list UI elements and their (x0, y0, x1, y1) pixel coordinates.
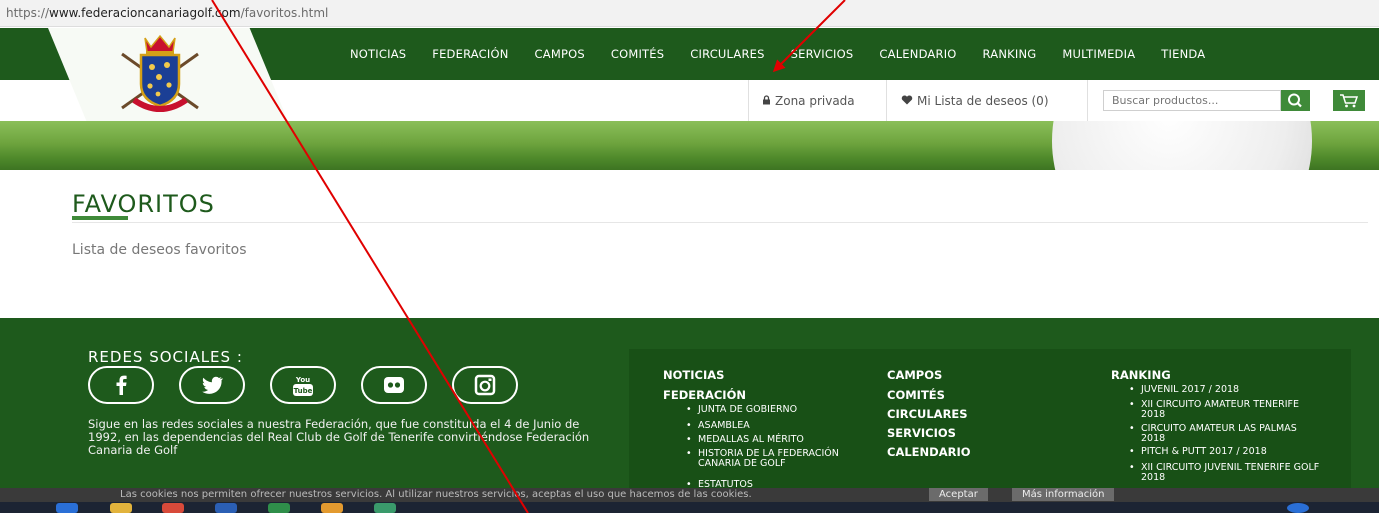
folder-icon[interactable] (110, 503, 132, 513)
footer-link-calendario[interactable]: CALENDARIO (887, 445, 971, 459)
hero-banner (0, 121, 1379, 170)
svg-text:Tube: Tube (294, 387, 313, 395)
footer-sub-ranking-pitch[interactable]: PITCH & PUTT 2017 / 2018 (1129, 447, 1341, 458)
title-accent-bar (72, 216, 128, 220)
nav-item-campos[interactable]: CAMPOS (535, 47, 585, 61)
title-divider (72, 222, 1368, 223)
footer-link-noticias[interactable]: NOTICIAS (663, 368, 724, 382)
flickr-icon[interactable] (361, 366, 427, 404)
nav-item-multimedia[interactable]: MULTIMEDIA (1062, 47, 1135, 61)
util-divider (1087, 80, 1088, 121)
cart-button[interactable] (1333, 90, 1365, 111)
product-search-input[interactable] (1103, 90, 1281, 111)
youtube-icon[interactable]: You Tube (270, 366, 336, 404)
cookie-accept-button[interactable]: Aceptar (929, 488, 988, 501)
footer-sub-medallas[interactable]: MEDALLAS AL MÉRITO (686, 435, 868, 446)
footer-sub-asamblea[interactable]: ASAMBLEA (686, 421, 868, 432)
excel-icon[interactable] (268, 503, 290, 513)
taskbar-app-icon[interactable] (374, 503, 396, 513)
browser-viewport: https://www.federacioncanariagolf.com/fa… (0, 0, 1379, 513)
nav-item-tienda[interactable]: TIENDA (1161, 47, 1205, 61)
golf-ball-image (1052, 121, 1312, 170)
word-icon[interactable] (215, 503, 237, 513)
instagram-icon[interactable] (452, 366, 518, 404)
footer-sub-historia[interactable]: HISTORIA DE LA FEDERACIÓN CANARIA DE GOL… (686, 449, 868, 469)
federation-logo[interactable] (112, 34, 208, 120)
lock-icon (762, 94, 771, 108)
footer-about-text: Sigue en las redes sociales a nuestra Fe… (88, 417, 590, 457)
url-path: /favoritos.html (240, 6, 329, 20)
footer-link-federacion[interactable]: FEDERACIÓN (663, 388, 746, 402)
nav-item-circulares[interactable]: CIRCULARES (690, 47, 764, 61)
facebook-icon[interactable] (88, 366, 154, 404)
cart-icon (1333, 94, 1365, 115)
search-button[interactable] (1281, 90, 1310, 111)
nav-item-comites[interactable]: COMITÉS (611, 47, 664, 61)
footer-sub-ranking-juvenil[interactable]: JUVENIL 2017 / 2018 (1129, 385, 1341, 396)
footer-link-servicios[interactable]: SERVICIOS (887, 426, 956, 440)
footer-sub-ranking-laspalmas[interactable]: CIRCUITO AMATEUR LAS PALMAS 2018 (1129, 424, 1321, 444)
svg-text:You: You (295, 376, 310, 384)
os-taskbar (0, 502, 1379, 513)
twitter-icon[interactable] (179, 366, 245, 404)
nav-item-servicios[interactable]: SERVICIOS (791, 47, 854, 61)
footer-sub-ranking-circuito-juvenil[interactable]: XII CIRCUITO JUVENIL TENERIFE GOLF 2018 (1129, 463, 1321, 483)
cookie-more-info-button[interactable]: Más información (1012, 488, 1115, 501)
nav-item-calendario[interactable]: CALENDARIO (879, 47, 956, 61)
private-zone-link[interactable]: Zona privada (762, 80, 855, 121)
nav-item-noticias[interactable]: NOTICIAS (350, 47, 406, 61)
main-nav-menu: NOTICIAS FEDERACIÓN CAMPOS COMITÉS CIRCU… (350, 28, 1205, 80)
page-title: FAVORITOS (72, 190, 215, 218)
footer-link-campos[interactable]: CAMPOS (887, 368, 942, 382)
nav-item-ranking[interactable]: RANKING (983, 47, 1037, 61)
cookie-text: Las cookies nos permiten ofrecer nuestro… (120, 489, 752, 500)
footer-sub-junta[interactable]: JUNTA DE GOBIERNO (686, 405, 868, 416)
cookie-bar: Las cookies nos permiten ofrecer nuestro… (0, 488, 1379, 502)
footer-sub-ranking-tenerife[interactable]: XII CIRCUITO AMATEUR TENERIFE 2018 (1129, 400, 1321, 420)
social-heading: REDES SOCIALES : (88, 348, 243, 366)
chrome-icon[interactable] (162, 503, 184, 513)
page-subtitle: Lista de deseos favoritos (72, 242, 247, 258)
taskbar-app-icon[interactable] (56, 503, 78, 513)
private-zone-label: Zona privada (775, 93, 855, 108)
taskbar-app-icon[interactable] (321, 503, 343, 513)
wishlist-link[interactable]: Mi Lista de deseos (0) (901, 80, 1049, 121)
wishlist-label: Mi Lista de deseos (0) (917, 93, 1049, 108)
nav-item-federacion[interactable]: FEDERACIÓN (432, 47, 508, 61)
util-divider (886, 80, 887, 121)
tray-app-icon[interactable] (1287, 503, 1309, 513)
util-divider (748, 80, 749, 121)
footer-link-comites[interactable]: COMITÉS (887, 388, 945, 402)
heart-icon (901, 94, 913, 108)
footer-link-circulares[interactable]: CIRCULARES (887, 407, 968, 421)
address-bar[interactable]: https://www.federacioncanariagolf.com/fa… (0, 0, 1379, 27)
url-host: www.federacioncanariagolf.com (49, 6, 241, 20)
search-icon (1281, 93, 1310, 114)
url-prefix: https:// (6, 6, 50, 20)
footer-link-ranking[interactable]: RANKING (1111, 368, 1171, 382)
